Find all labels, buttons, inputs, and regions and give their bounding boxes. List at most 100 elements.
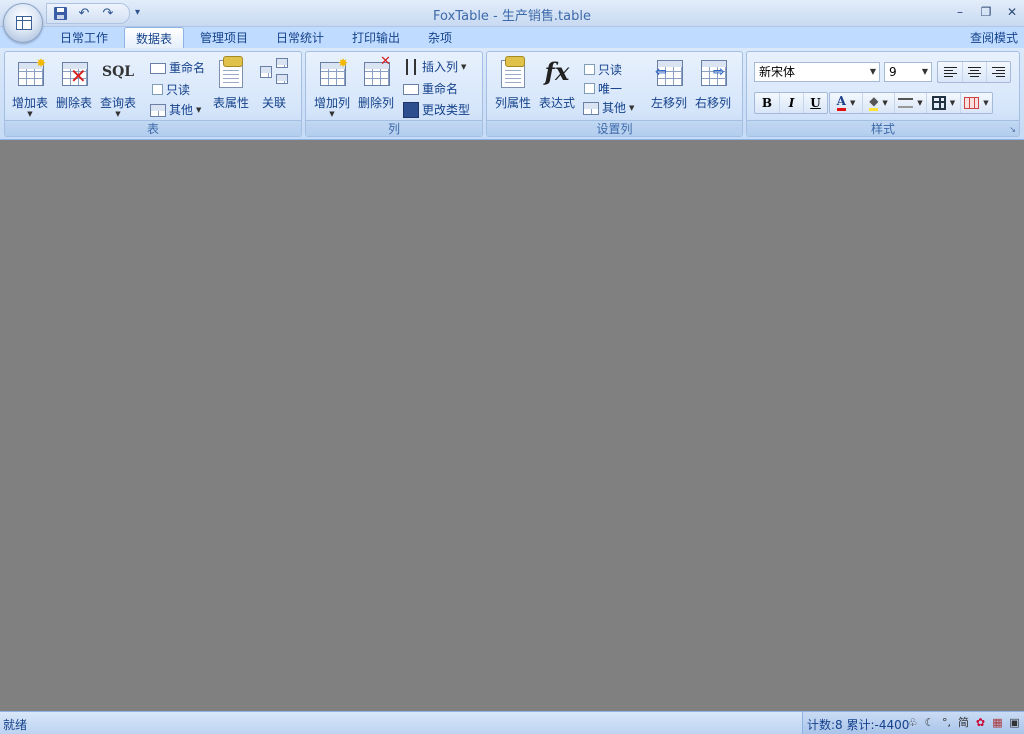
status-summary-panel: 计数:8 累计:-4400 ♧ ☾ °, 简 ✿ ▦ ▣: [802, 712, 1024, 734]
font-name-combo[interactable]: 新宋体 ▼: [754, 62, 880, 82]
add-column-icon: ✸: [316, 56, 348, 88]
column-group: ✸ 增加列 ▼ ✕ 删除列 插入列 ▼ 重命名 更改类型 列: [305, 51, 483, 137]
table-group: ✸ 增加表 ▼ ✕ 删除表 SQL 查询表 ▼ 重命名 只读 其他 ▼ 表属性 …: [4, 51, 302, 137]
column-properties-button[interactable]: 列属性: [491, 56, 535, 118]
tab-misc[interactable]: 杂项: [420, 27, 460, 49]
column-unique-checkbox[interactable]: 唯一: [584, 79, 622, 98]
rename-icon: [403, 84, 419, 95]
application-menu-button[interactable]: [3, 3, 43, 43]
delete-column-button[interactable]: ✕ 删除列: [354, 54, 398, 118]
view-mode-label[interactable]: 查阅模式: [970, 27, 1018, 49]
workspace: [0, 141, 1024, 711]
relation-icon: [258, 56, 290, 88]
simplified-icon[interactable]: 简: [956, 715, 971, 730]
column-other-button[interactable]: 其他 ▼: [583, 98, 634, 117]
moon-icon[interactable]: ☾: [922, 715, 937, 730]
align-right-button[interactable]: [986, 62, 1010, 82]
insert-column-button[interactable]: 插入列 ▼: [403, 57, 466, 76]
move-column-left-button[interactable]: ⇦ 左移列: [647, 56, 691, 118]
chevron-down-icon: ▼: [869, 67, 876, 76]
column-group-label: 列: [306, 120, 482, 136]
system-tray: ♧ ☾ °, 简 ✿ ▦ ▣: [905, 715, 1022, 730]
align-center-button[interactable]: [962, 62, 986, 82]
font-color-button[interactable]: A ▼: [830, 93, 862, 113]
close-icon: ✕: [1006, 5, 1018, 19]
status-bar: 就绪 计数:8 累计:-4400 ♧ ☾ °, 简 ✿ ▦ ▣: [0, 711, 1024, 734]
table-icon: [16, 16, 32, 30]
tab-print-output[interactable]: 打印输出: [344, 27, 408, 49]
change-type-button[interactable]: 更改类型: [403, 100, 470, 119]
tab-daily-work[interactable]: 日常工作: [52, 27, 116, 49]
set-column-group: 列属性 fx 表达式 只读 唯一 其他 ▼ ⇦ 左移列 ⇨ 右移列 设置列: [486, 51, 743, 137]
restore-icon: ❐: [980, 5, 992, 19]
color-border-strip: A ▼ ◆ ▼ ▼ ▼ ▼: [829, 92, 993, 114]
align-left-button[interactable]: [938, 62, 962, 82]
font-size-combo[interactable]: 9 ▼: [884, 62, 932, 82]
sql-icon: SQL: [102, 64, 135, 80]
query-table-button[interactable]: SQL 查询表 ▼: [96, 56, 140, 118]
rename-column-button[interactable]: 重命名: [403, 79, 458, 98]
properties-icon: [215, 56, 247, 88]
cell-style-icon: [964, 97, 980, 109]
line-style-icon: [898, 98, 914, 108]
change-type-icon: [403, 101, 419, 118]
chevron-down-icon: ▼: [921, 67, 928, 76]
delete-table-button[interactable]: ✕ 删除表: [52, 56, 96, 118]
dialog-launcher-icon[interactable]: ↘: [1009, 125, 1016, 134]
grid-icon: [150, 102, 166, 118]
restore-button[interactable]: ❐: [978, 4, 994, 20]
close-button[interactable]: ✕: [1004, 4, 1020, 20]
ime-icon[interactable]: ♧: [905, 715, 920, 730]
align-center-icon: [968, 67, 981, 77]
style-group-label: 样式: [747, 120, 1019, 136]
fill-color-button[interactable]: ◆ ▼: [862, 93, 894, 113]
move-column-right-button[interactable]: ⇨ 右移列: [691, 56, 735, 118]
alignment-strip: [937, 61, 1011, 83]
add-table-button[interactable]: ✸ 增加表 ▼: [8, 56, 52, 118]
properties-icon: [497, 56, 529, 88]
minimize-icon: –: [957, 5, 963, 19]
table-group-label: 表: [5, 120, 301, 136]
delete-column-icon: ✕: [360, 54, 392, 88]
table-readonly-checkbox[interactable]: 只读: [152, 80, 190, 99]
status-text: 就绪: [3, 718, 28, 732]
set-column-group-label: 设置列: [487, 120, 742, 136]
window-title: FoxTable - 生产销售.table: [433, 9, 591, 24]
punctuation-icon[interactable]: °,: [939, 715, 954, 730]
grid-icon: [583, 100, 599, 116]
add-column-button[interactable]: ✸ 增加列 ▼: [310, 56, 354, 118]
table-relation-button[interactable]: 关联: [252, 56, 296, 118]
expression-button[interactable]: fx 表达式: [535, 56, 579, 118]
tab-data-table[interactable]: 数据表: [124, 27, 184, 49]
font-color-icon: A: [836, 95, 846, 111]
bold-button[interactable]: B: [755, 93, 779, 113]
line-style-button[interactable]: ▼: [894, 93, 926, 113]
fx-icon: fx: [544, 57, 570, 86]
table-other-button[interactable]: 其他 ▼: [150, 100, 201, 119]
tab-daily-stats[interactable]: 日常统计: [268, 27, 332, 49]
borders-button[interactable]: ▼: [926, 93, 960, 113]
italic-button[interactable]: I: [779, 93, 803, 113]
align-right-icon: [992, 67, 1005, 77]
move-left-icon: ⇦: [653, 56, 685, 88]
settings-icon[interactable]: ✿: [973, 715, 988, 730]
tab-manage-project[interactable]: 管理项目: [192, 27, 256, 49]
column-readonly-checkbox[interactable]: 只读: [584, 60, 622, 79]
insert-column-icon: [406, 58, 416, 75]
ribbon: ✸ 增加表 ▼ ✕ 删除表 SQL 查询表 ▼ 重命名 只读 其他 ▼ 表属性 …: [0, 48, 1024, 140]
fill-bucket-icon: ◆: [869, 95, 879, 111]
move-right-icon: ⇨: [697, 56, 729, 88]
font-style-strip: B I U: [754, 92, 828, 114]
add-table-icon: ✸: [14, 56, 46, 88]
minimize-button[interactable]: –: [952, 4, 968, 20]
tool-icon[interactable]: ▣: [1007, 715, 1022, 730]
cell-style-button[interactable]: ▼: [960, 93, 992, 113]
status-summary: 计数:8 累计:-4400: [807, 718, 910, 732]
style-group: 新宋体 ▼ 9 ▼ B I U A ▼ ◆ ▼ ▼ ▼ ▼ 样式 ↘: [746, 51, 1020, 137]
rename-table-button[interactable]: 重命名: [150, 58, 205, 77]
table-properties-button[interactable]: 表属性: [209, 56, 253, 118]
keyboard-icon[interactable]: ▦: [990, 715, 1005, 730]
delete-table-icon: ✕: [58, 56, 90, 88]
rename-icon: [150, 63, 166, 74]
underline-button[interactable]: U: [803, 93, 827, 113]
